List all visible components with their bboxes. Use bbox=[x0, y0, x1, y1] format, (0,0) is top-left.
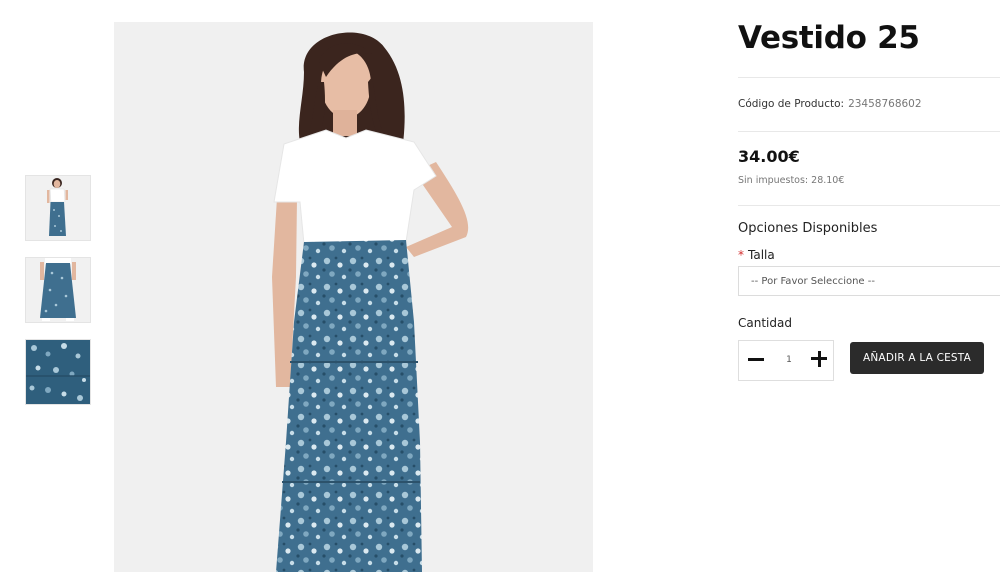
thumbnail-fabric-pattern[interactable] bbox=[25, 339, 91, 405]
thumbnail-gallery bbox=[25, 175, 91, 421]
minus-icon[interactable] bbox=[741, 344, 769, 374]
product-code-row: Código de Producto: 23458768602 bbox=[738, 98, 922, 110]
quantity-stepper bbox=[738, 340, 834, 381]
thumbnail-skirt-detail[interactable] bbox=[25, 257, 91, 323]
product-code-label: Código de Producto: bbox=[738, 98, 845, 110]
add-to-cart-button[interactable]: AÑADIR A LA CESTA bbox=[850, 342, 984, 374]
size-label-text: Talla bbox=[748, 248, 775, 262]
price-without-tax: Sin impuestos: 28.10€ bbox=[738, 175, 845, 186]
size-select[interactable]: -- Por Favor Seleccione -- bbox=[738, 266, 1000, 296]
required-marker: * bbox=[738, 248, 744, 262]
product-info-panel: Vestido 25 Código de Producto: 2345876860… bbox=[738, 0, 1000, 572]
divider bbox=[738, 205, 1000, 206]
product-price: 34.00€ bbox=[738, 147, 800, 166]
quantity-input[interactable] bbox=[773, 349, 805, 371]
plus-icon[interactable] bbox=[806, 344, 834, 374]
options-heading: Opciones Disponibles bbox=[738, 221, 878, 236]
product-main-image[interactable] bbox=[114, 22, 593, 572]
product-title: Vestido 25 bbox=[738, 20, 920, 56]
divider bbox=[738, 77, 1000, 78]
quantity-label: Cantidad bbox=[738, 316, 792, 330]
size-label: * Talla bbox=[738, 248, 775, 262]
divider bbox=[738, 131, 1000, 132]
product-code-value: 23458768602 bbox=[848, 98, 922, 110]
thumbnail-full-outfit[interactable] bbox=[25, 175, 91, 241]
